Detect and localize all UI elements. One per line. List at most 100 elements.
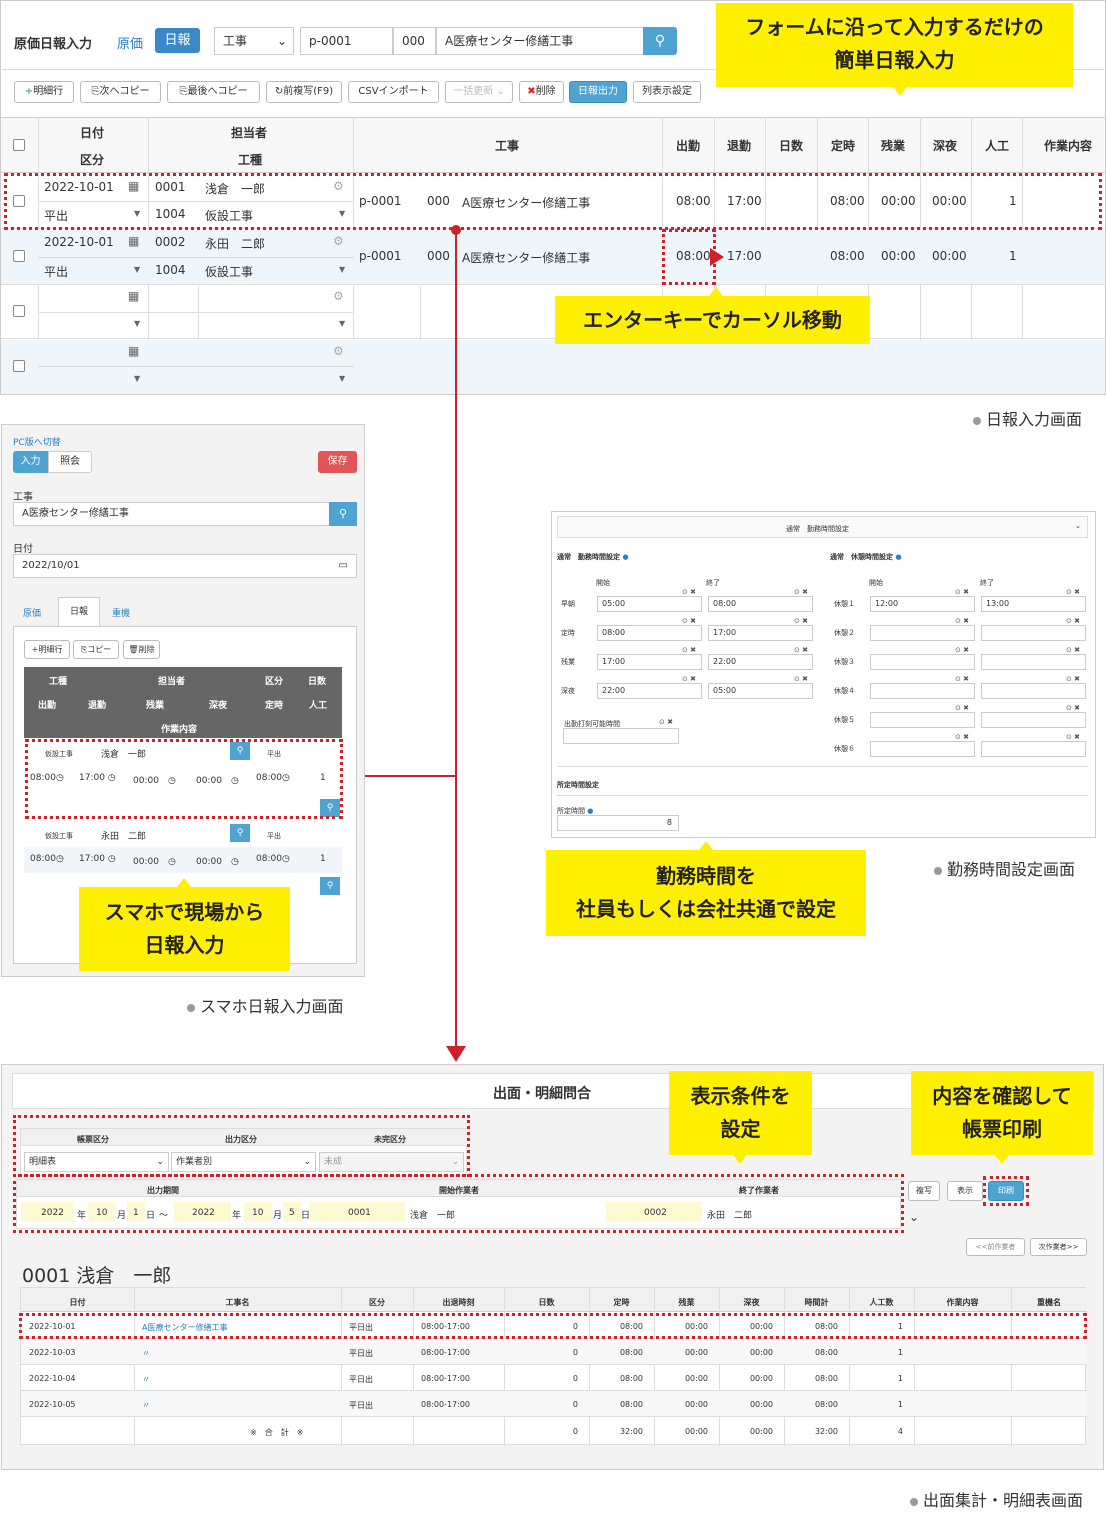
copy-last-button[interactable]: ⎘最後へコピー — [167, 81, 260, 103]
row-kouji-code[interactable]: p-0001 — [359, 194, 402, 208]
row-kouji-name[interactable]: A医療センター修繕工事 — [462, 194, 590, 211]
chevron-down-icon[interactable]: ▼ — [134, 265, 140, 274]
chevron-down-icon[interactable]: ⌄ — [909, 1210, 919, 1224]
calendar-icon[interactable]: ▦ — [128, 179, 139, 193]
kinmu-end-input[interactable]: 17:00 — [708, 625, 813, 641]
select-all-checkbox[interactable] — [13, 139, 25, 151]
row-shukkin[interactable]: 08:00 — [676, 194, 711, 208]
clock-icon[interactable]: ⊙ ✖ — [794, 588, 808, 596]
chohyo-select[interactable]: 明細表 ⌄ — [24, 1152, 169, 1172]
misumi-select[interactable]: 未成 ⌄ — [319, 1152, 464, 1172]
search-icon[interactable]: ⚲ — [230, 824, 250, 842]
search-button[interactable]: ⚲ — [643, 27, 677, 55]
tab-genka[interactable]: 原価 — [23, 606, 41, 619]
month2-input[interactable]: 10 — [244, 1202, 272, 1222]
row-teiji[interactable]: 08:00 — [830, 194, 865, 208]
kinmu-end-input[interactable]: 05:00 — [708, 683, 813, 699]
tab-juki[interactable]: 重機 — [112, 606, 130, 619]
save-button[interactable]: 保存 — [318, 451, 357, 473]
table-row[interactable]: ▦ ▼ ⚙ ▼ — [1, 340, 1105, 394]
nippo-output-button[interactable]: 日報出力 — [569, 81, 627, 103]
kinmu-end-input[interactable]: 22:00 — [708, 654, 813, 670]
punch-input[interactable] — [563, 728, 679, 744]
clock-icon[interactable]: ⊙ ✖ — [955, 617, 969, 625]
clock-icon[interactable]: ⊙ ✖ — [659, 718, 673, 726]
row-koshu-code[interactable]: 1004 — [155, 263, 186, 277]
report-cell[interactable]: 〃 — [142, 1400, 150, 1411]
clock-icon[interactable]: ⊙ ✖ — [794, 617, 808, 625]
kouji-name-input[interactable]: A医療センター修繕工事 — [436, 27, 644, 55]
kyukei-start-input[interactable] — [870, 654, 975, 670]
clock-icon[interactable]: ⊙ ✖ — [794, 675, 808, 683]
search-icon[interactable]: ⚲ — [320, 877, 340, 895]
report-cell[interactable]: 〃 — [142, 1374, 150, 1385]
day1-input[interactable]: 1 — [127, 1202, 145, 1222]
gear-icon[interactable]: ⚙ — [333, 179, 344, 193]
print-button[interactable]: 印刷 — [988, 1181, 1024, 1201]
search-icon[interactable]: ⚲ — [320, 799, 340, 817]
kinmu-start-input[interactable]: 05:00 — [597, 596, 702, 612]
kinmu-start-input[interactable]: 08:00 — [597, 625, 702, 641]
kouji-code-input[interactable]: p-0001 — [300, 27, 393, 55]
kouji-select[interactable]: 工事 ⌄ — [214, 27, 294, 55]
row-shinya[interactable]: 00:00 — [932, 249, 967, 263]
kouji-sub-input[interactable]: 000 — [393, 27, 436, 55]
csv-import-button[interactable]: CSVインポート — [348, 81, 439, 103]
report-cell[interactable]: 〃 — [142, 1348, 150, 1359]
kinmu-start-input[interactable]: 22:00 — [597, 683, 702, 699]
delete-button[interactable]: ✖削除 — [519, 81, 564, 103]
row-kouji-sub[interactable]: 000 — [427, 194, 450, 208]
record-ninku[interactable]: 1 — [320, 854, 326, 864]
search-icon[interactable]: ⚲ — [230, 742, 250, 760]
clock-icon[interactable]: ⊙ ✖ — [682, 675, 696, 683]
tab-input[interactable]: 入力 — [13, 451, 48, 473]
row-taikin[interactable]: 17:00 — [727, 249, 762, 263]
column-settings-button[interactable]: 列表示設定 — [633, 81, 701, 103]
row-koshu-code[interactable]: 1004 — [155, 207, 186, 221]
bulk-update-button[interactable]: 一括更新 ⌄ — [445, 81, 513, 103]
row-kubun[interactable]: 平出 — [44, 207, 68, 224]
record-zangyo[interactable]: 00:00 ◷ — [133, 773, 176, 786]
clock-icon[interactable]: ⊙ ✖ — [955, 704, 969, 712]
kyukei-end-input[interactable] — [981, 654, 1086, 670]
prev-copy-button[interactable]: ↻前複写(F9) — [266, 81, 342, 103]
row-shukkin[interactable]: 08:00 — [676, 249, 711, 263]
gear-icon[interactable]: ⚙ — [333, 234, 344, 248]
clock-icon[interactable]: ⊙ ✖ — [682, 588, 696, 596]
clock-icon[interactable]: ⊙ ✖ — [1066, 617, 1080, 625]
copy-next-button[interactable]: ⎘次へコピー — [80, 81, 161, 103]
row-ninku[interactable]: 1 — [1009, 249, 1017, 263]
row-checkbox[interactable] — [13, 195, 25, 207]
search-button[interactable]: ⚲ — [329, 502, 357, 526]
add-row-button[interactable]: +明細行 — [14, 81, 74, 103]
show-button[interactable]: 表示 — [947, 1181, 983, 1201]
clock-icon[interactable]: ⊙ ✖ — [1066, 675, 1080, 683]
clock-icon[interactable]: ⊙ ✖ — [1066, 588, 1080, 596]
start-worker-code[interactable]: 0001 — [310, 1202, 405, 1222]
row-tanto-name[interactable]: 永田 二郎 — [205, 235, 265, 252]
row-date[interactable]: 2022-10-01 — [44, 180, 114, 194]
record-name[interactable]: 浅倉 一郎 — [101, 747, 146, 760]
kinmu-start-input[interactable]: 17:00 — [597, 654, 702, 670]
report-cell[interactable]: A医療センター修繕工事 — [142, 1322, 227, 1333]
calendar-icon[interactable]: ▦ — [128, 344, 139, 358]
row-checkbox[interactable] — [13, 250, 25, 262]
kyukei-start-input[interactable] — [870, 741, 975, 757]
record-shinya[interactable]: 00:00 ◷ — [196, 773, 239, 786]
record-out[interactable]: 17:00 ◷ — [79, 854, 116, 864]
row-koshu[interactable]: 仮設工事 — [205, 207, 253, 224]
delete-button[interactable]: 🗑削除 — [123, 640, 160, 659]
record-teiji[interactable]: 08:00◷ — [256, 773, 290, 783]
record-kubun[interactable]: 平出 — [267, 749, 281, 759]
shotei-input[interactable]: 8 — [557, 815, 679, 831]
record-out[interactable]: 17:00 ◷ — [79, 773, 116, 783]
year1-input[interactable]: 2022 — [21, 1202, 73, 1222]
row-ninku[interactable]: 1 — [1009, 194, 1017, 208]
output-select[interactable]: 作業者別 ⌄ — [171, 1152, 316, 1172]
chevron-down-icon[interactable]: ▼ — [134, 209, 140, 218]
prev-worker-button[interactable]: <<前作業者 — [966, 1238, 1025, 1256]
kyukei-end-input[interactable] — [981, 712, 1086, 728]
record-kubun[interactable]: 平出 — [267, 831, 281, 841]
chevron-down-icon[interactable]: ▼ — [339, 319, 345, 328]
gear-icon[interactable]: ⚙ — [333, 289, 344, 303]
